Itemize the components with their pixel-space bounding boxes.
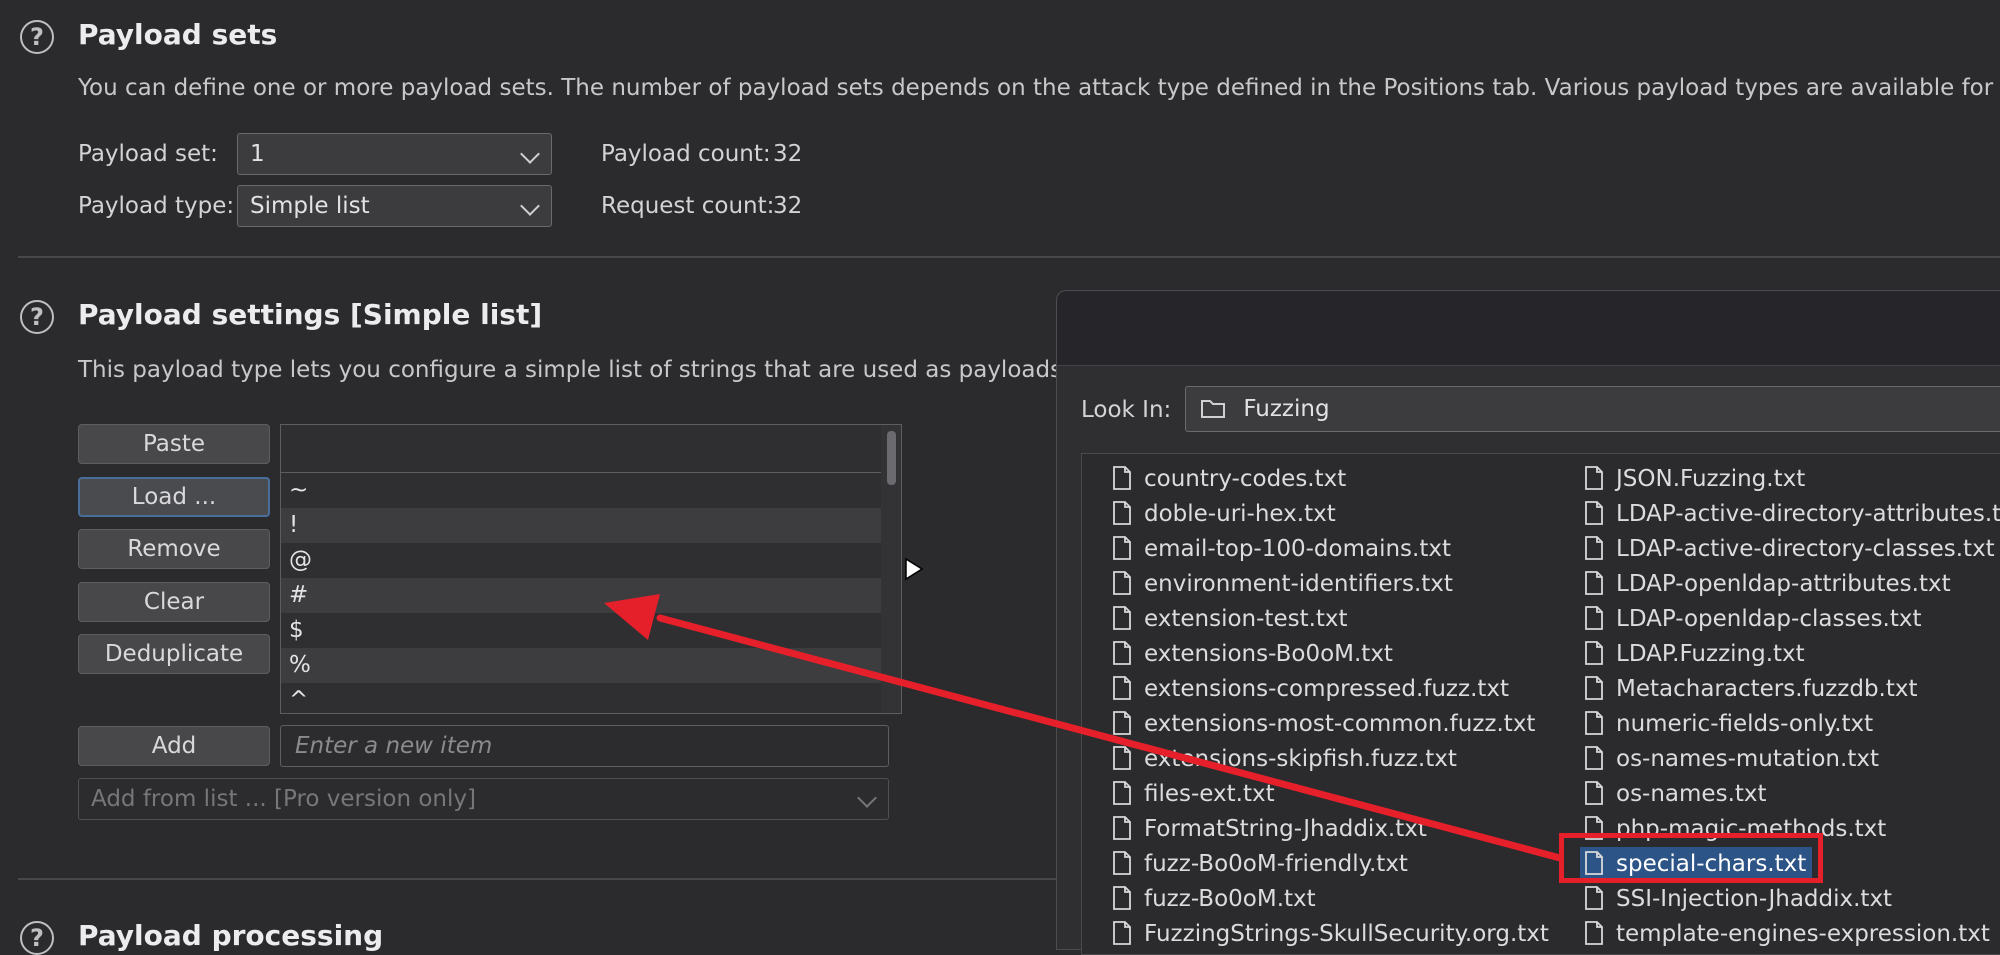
annotation-arrow [604, 594, 1564, 862]
